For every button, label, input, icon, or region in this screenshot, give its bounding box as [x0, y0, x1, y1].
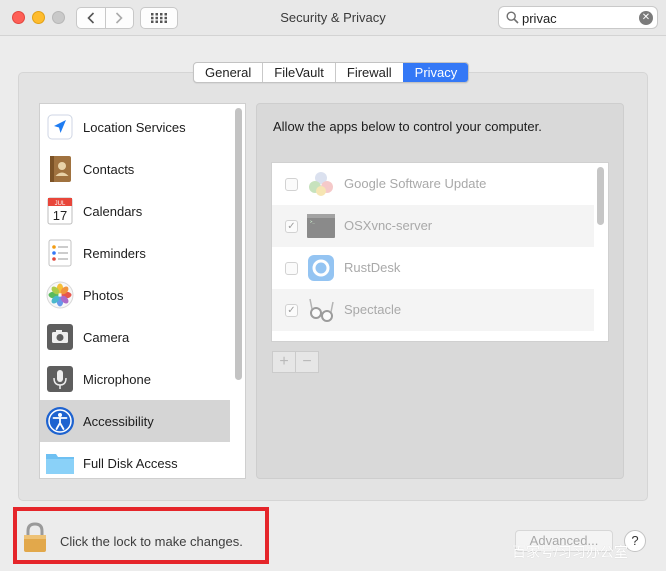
- app-checkbox[interactable]: ✓: [285, 304, 298, 317]
- terminal-app-icon: >_: [306, 211, 336, 241]
- add-remove-buttons: + −: [272, 351, 319, 373]
- category-camera[interactable]: Camera: [40, 316, 230, 358]
- calendar-day-text: 17: [53, 208, 67, 223]
- svg-text:>_: >_: [310, 219, 315, 224]
- category-list-scrollbar[interactable]: [235, 108, 242, 380]
- accessibility-icon: [45, 406, 75, 436]
- rustdesk-icon: [306, 253, 336, 283]
- app-row-rustdesk[interactable]: RustDesk: [272, 247, 594, 289]
- tab-privacy[interactable]: Privacy: [402, 63, 469, 82]
- add-app-button[interactable]: +: [273, 352, 295, 372]
- category-photos[interactable]: Photos: [40, 274, 230, 316]
- category-accessibility[interactable]: Accessibility: [40, 400, 230, 442]
- category-label: Accessibility: [83, 413, 154, 429]
- category-label: Location Services: [83, 119, 186, 135]
- app-name: OSXvnc-server: [344, 218, 433, 233]
- category-contacts[interactable]: Contacts: [40, 148, 230, 190]
- app-name: Google Software Update: [344, 176, 487, 191]
- app-row-osxvnc-server[interactable]: ✓ >_ OSXvnc-server: [272, 205, 594, 247]
- app-name: Spectacle: [344, 302, 402, 317]
- app-row-empty: [272, 331, 594, 341]
- app-list-scrollbar[interactable]: [597, 167, 604, 225]
- location-arrow-icon: [45, 112, 75, 142]
- clear-icon[interactable]: ✕: [639, 11, 653, 25]
- category-label: Contacts: [83, 161, 135, 177]
- category-label: Reminders: [83, 245, 146, 261]
- calendar-month-text: JUL: [55, 201, 66, 207]
- spectacle-glasses-icon: [306, 295, 336, 325]
- calendar-icon: JUL 17: [45, 196, 75, 226]
- photos-flower-icon: [45, 280, 75, 310]
- title-bar: Security & Privacy privac ✕: [0, 0, 666, 36]
- search-field[interactable]: privac ✕: [498, 6, 658, 29]
- tab-filevault[interactable]: FileVault: [262, 63, 335, 82]
- watermark: 百家号/习习办公室: [512, 544, 628, 560]
- padlock-icon[interactable]: [22, 522, 48, 557]
- camera-icon: [45, 322, 75, 352]
- lock-instruction: Click the lock to make changes.: [60, 534, 243, 549]
- app-checkbox[interactable]: [285, 262, 298, 275]
- contacts-book-icon: [45, 154, 75, 184]
- category-reminders[interactable]: Reminders: [40, 232, 230, 274]
- tab-general[interactable]: General: [194, 63, 262, 82]
- microphone-icon: [45, 364, 75, 394]
- category-location-services[interactable]: Location Services: [40, 106, 230, 148]
- app-row-google-software-update[interactable]: Google Software Update: [272, 163, 594, 205]
- category-label: Microphone: [83, 371, 151, 387]
- category-label: Full Disk Access: [83, 455, 178, 471]
- app-list[interactable]: Google Software Update ✓ >_ OSXvnc-serve…: [271, 162, 609, 342]
- category-label: Camera: [83, 329, 130, 345]
- tab-bar: General FileVault Firewall Privacy: [193, 62, 470, 83]
- remove-app-button[interactable]: −: [295, 352, 318, 372]
- category-label: Calendars: [83, 203, 143, 219]
- category-calendars[interactable]: JUL 17 Calendars: [40, 190, 230, 232]
- app-checkbox[interactable]: [285, 178, 298, 191]
- app-checkbox[interactable]: ✓: [285, 220, 298, 233]
- google-update-icon: [306, 169, 336, 199]
- app-name: RustDesk: [344, 260, 401, 275]
- category-label: Photos: [83, 287, 124, 303]
- category-microphone[interactable]: Microphone: [40, 358, 230, 400]
- folder-icon: [45, 448, 75, 478]
- privacy-category-list[interactable]: Location Services Contacts JUL 17 Calend…: [39, 103, 246, 479]
- search-icon: [506, 11, 519, 24]
- detail-description: Allow the apps below to control your com…: [273, 119, 542, 134]
- tab-firewall[interactable]: Firewall: [334, 63, 403, 82]
- category-full-disk-access[interactable]: Full Disk Access: [40, 442, 230, 478]
- reminders-list-icon: [45, 238, 75, 268]
- search-input-value[interactable]: privac: [522, 11, 557, 26]
- app-row-spectacle[interactable]: ✓ Spectacle: [272, 289, 594, 331]
